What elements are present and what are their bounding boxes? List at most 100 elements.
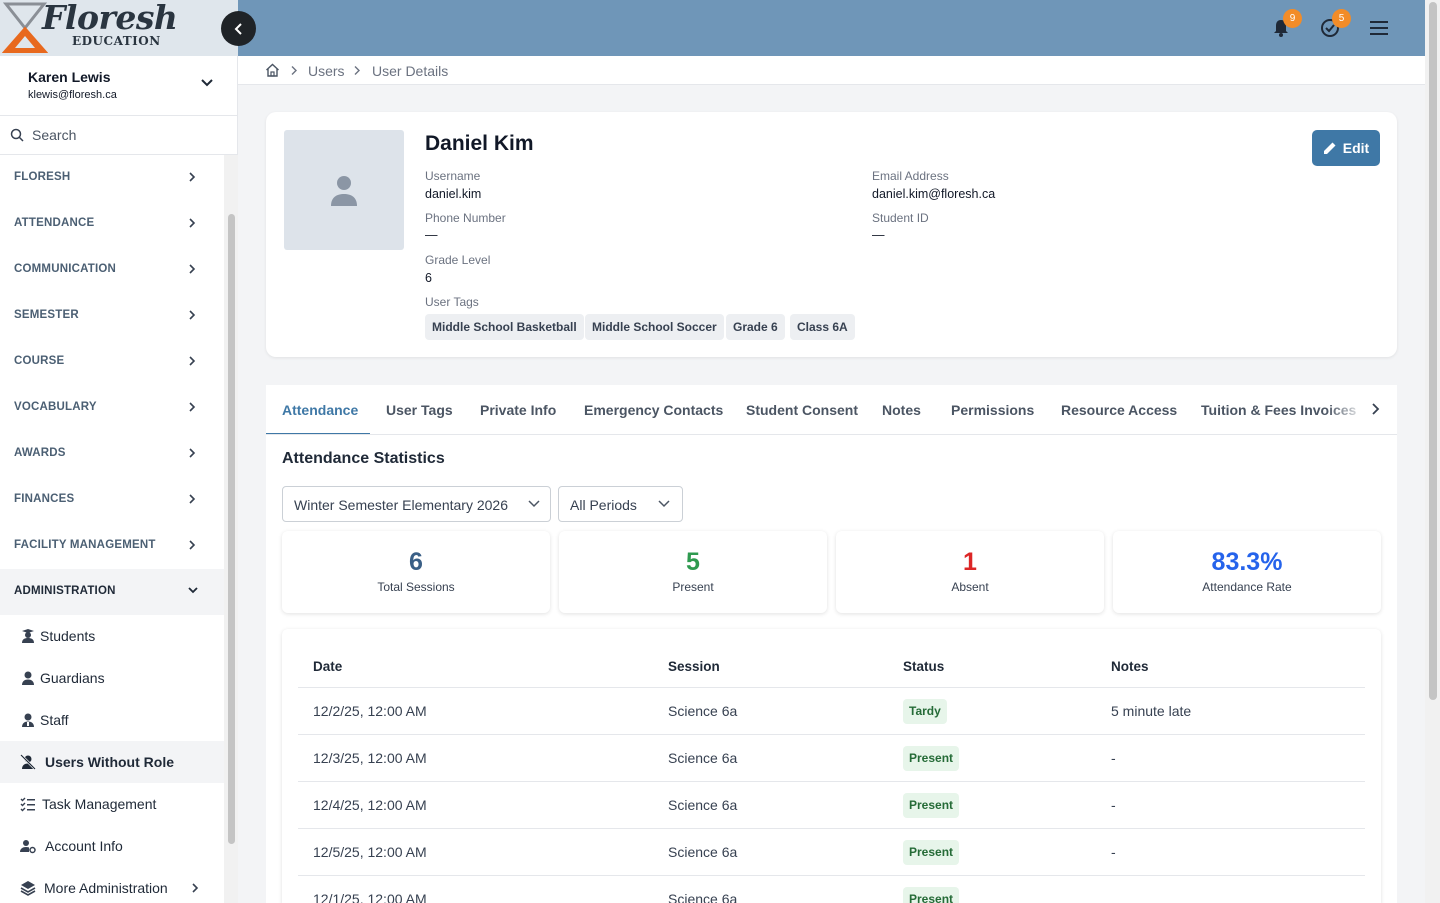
table-row[interactable]: 12/1/25, 12:00 AM Science 6a Present <box>298 875 1365 903</box>
sidebar-nav: FLORESH ATTENDANCE COMMUNICATION SEMESTE… <box>0 155 224 903</box>
student-icon <box>22 629 34 643</box>
sidebar-section-awards[interactable]: AWARDS <box>0 431 224 477</box>
sidebar-section-floresh[interactable]: FLORESH <box>0 155 224 201</box>
tab-notes[interactable]: Notes <box>882 402 921 418</box>
tab-emergency-contacts[interactable]: Emergency Contacts <box>584 402 723 418</box>
table-row[interactable]: 12/4/25, 12:00 AM Science 6a Present - <box>298 781 1365 828</box>
sidebar-item-staff[interactable]: Staff <box>0 699 224 741</box>
sidebar-section-communication[interactable]: COMMUNICATION <box>0 247 224 293</box>
username-label: Username <box>425 169 481 183</box>
attendance-table: Date Session Status Notes 12/2/25, 12:00… <box>282 629 1381 903</box>
user-switcher[interactable]: Karen Lewis klewis@floresh.ca <box>0 56 238 116</box>
notifications-badge: 9 <box>1283 9 1302 28</box>
breadcrumb-current: User Details <box>372 63 449 79</box>
main-menu-button[interactable] <box>1367 16 1391 40</box>
person-icon <box>22 671 34 685</box>
logo[interactable]: Floresh EDUCATION <box>0 0 238 56</box>
pencil-icon <box>1323 142 1336 154</box>
page-scrollbar-thumb[interactable] <box>1429 2 1437 700</box>
active-tab-indicator <box>266 433 370 434</box>
chevron-left-icon <box>234 22 242 35</box>
semester-select[interactable]: Winter Semester Elementary 2026 <box>282 486 551 522</box>
student-id-value: — <box>872 228 885 242</box>
stat-value: 6 <box>409 548 423 576</box>
sidebar-item-label: Guardians <box>40 670 105 686</box>
collapse-sidebar-button[interactable] <box>221 11 256 46</box>
status-badge: Present <box>903 840 960 865</box>
column-header-session[interactable]: Session <box>668 659 720 674</box>
chevron-right-icon <box>189 218 196 228</box>
breadcrumb-users-link[interactable]: Users <box>308 63 345 79</box>
tasks-badge: 5 <box>1332 9 1351 28</box>
chevron-right-icon <box>189 448 196 458</box>
email-value: daniel.kim@floresh.ca <box>872 187 996 201</box>
notifications-button[interactable]: 9 <box>1269 9 1302 40</box>
user-email: klewis@floresh.ca <box>28 89 117 101</box>
sidebar-section-facility-management[interactable]: FACILITY MANAGEMENT <box>0 523 224 569</box>
column-header-status[interactable]: Status <box>903 659 944 674</box>
cell-date: 12/2/25, 12:00 AM <box>313 703 427 719</box>
staff-icon <box>22 713 34 727</box>
breadcrumb: Users User Details <box>238 56 1425 85</box>
sidebar-scrollbar-thumb[interactable] <box>228 214 235 844</box>
chevron-down-icon <box>188 587 198 594</box>
table-row[interactable]: 12/5/25, 12:00 AM Science 6a Present - <box>298 828 1365 875</box>
sidebar-item-guardians[interactable]: Guardians <box>0 657 224 699</box>
stat-value: 5 <box>686 548 700 576</box>
cell-notes: - <box>1111 750 1116 766</box>
edit-button[interactable]: Edit <box>1312 130 1380 166</box>
sidebar-section-label: COURSE <box>14 355 65 367</box>
stat-attendance-rate: 83.3% Attendance Rate <box>1113 531 1381 613</box>
sidebar-item-label: Task Management <box>42 796 157 812</box>
details-panel: Attendance User Tags Private Info Emerge… <box>266 385 1397 903</box>
sidebar-section-attendance[interactable]: ATTENDANCE <box>0 201 224 247</box>
tab-student-consent[interactable]: Student Consent <box>746 402 858 418</box>
chevron-right-icon <box>189 310 196 320</box>
tab-attendance[interactable]: Attendance <box>282 402 358 418</box>
sidebar-section-administration[interactable]: ADMINISTRATION <box>0 569 224 615</box>
tab-resource-access[interactable]: Resource Access <box>1061 402 1177 418</box>
home-icon[interactable] <box>265 63 280 77</box>
sidebar-item-users-without-role[interactable]: Users Without Role <box>0 741 224 783</box>
cell-date: 12/4/25, 12:00 AM <box>313 797 427 813</box>
tasks-button[interactable]: 5 <box>1318 9 1351 40</box>
table-row[interactable]: 12/2/25, 12:00 AM Science 6a Tardy 5 min… <box>298 687 1365 734</box>
sidebar-item-more-administration[interactable]: More Administration <box>0 867 224 903</box>
sidebar-item-task-management[interactable]: Task Management <box>0 783 224 825</box>
stat-present: 5 Present <box>559 531 827 613</box>
person-placeholder-icon <box>331 176 357 206</box>
profile-card: Daniel Kim Username daniel.kim Email Add… <box>266 112 1397 357</box>
sidebar-section-course[interactable]: COURSE <box>0 339 224 385</box>
sidebar-item-account-info[interactable]: Account Info <box>0 825 224 867</box>
tab-user-tags[interactable]: User Tags <box>386 402 453 418</box>
sidebar-section-label: ADMINISTRATION <box>14 585 116 597</box>
sidebar-item-students[interactable]: Students <box>0 615 224 657</box>
sidebar-section-label: FACILITY MANAGEMENT <box>14 539 156 551</box>
user-tag: Grade 6 <box>726 314 785 340</box>
sidebar-section-label: AWARDS <box>14 447 66 459</box>
status-badge: Present <box>903 793 960 818</box>
tab-permissions[interactable]: Permissions <box>951 402 1034 418</box>
cell-notes: 5 minute late <box>1111 703 1192 719</box>
chevron-right-icon[interactable] <box>1370 402 1380 416</box>
sidebar-item-label: More Administration <box>44 880 168 896</box>
sidebar-search[interactable]: Search <box>0 116 238 155</box>
sidebar-section-finances[interactable]: FINANCES <box>0 477 224 523</box>
chevron-right-icon <box>189 264 196 274</box>
stat-label: Present <box>672 580 714 594</box>
sidebar-section-vocabulary[interactable]: VOCABULARY <box>0 385 224 431</box>
cell-date: 12/5/25, 12:00 AM <box>313 844 427 860</box>
column-header-date[interactable]: Date <box>313 659 342 674</box>
user-tag: Middle School Basketball <box>425 314 584 340</box>
table-row[interactable]: 12/3/25, 12:00 AM Science 6a Present - <box>298 734 1365 781</box>
period-select-value: All Periods <box>570 497 637 513</box>
tab-private-info[interactable]: Private Info <box>480 402 556 418</box>
sidebar-section-label: FINANCES <box>14 493 75 505</box>
sidebar-section-semester[interactable]: SEMESTER <box>0 293 224 339</box>
sidebar-section-label: SEMESTER <box>14 309 79 321</box>
period-select[interactable]: All Periods <box>558 486 683 522</box>
chevron-down-icon <box>528 500 540 508</box>
column-header-notes[interactable]: Notes <box>1111 659 1149 674</box>
cell-session: Science 6a <box>668 703 738 719</box>
search-input[interactable]: Search <box>32 127 76 143</box>
